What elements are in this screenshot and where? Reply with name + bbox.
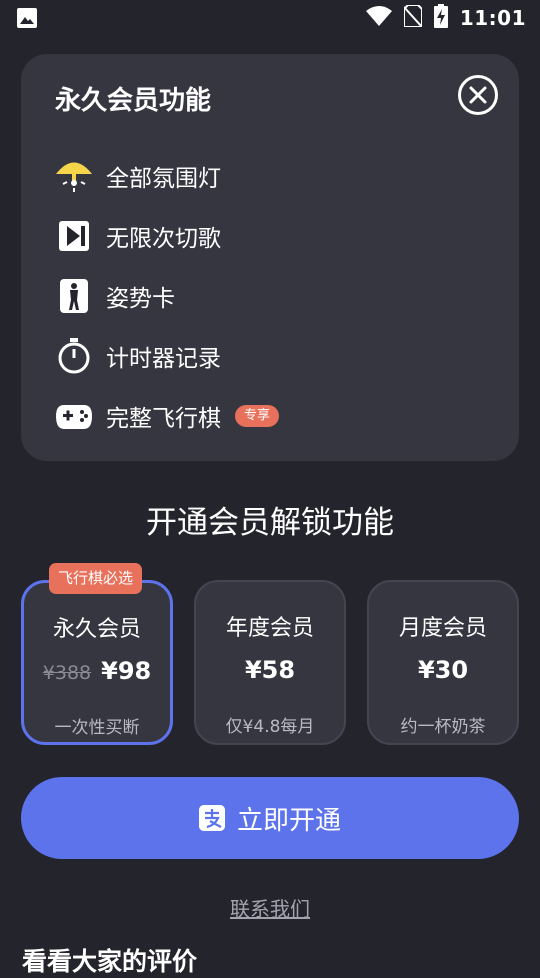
feature-item: 全部氛围灯 <box>55 146 279 206</box>
plan-price-row: ¥388 ¥98 <box>24 657 170 685</box>
close-icon <box>469 86 487 104</box>
lamp-icon <box>55 157 93 195</box>
plan-price-row: ¥30 <box>369 656 517 684</box>
plan-subtitle: 约一杯奶茶 <box>400 717 486 737</box>
feature-item: 姿势卡 <box>55 266 279 326</box>
status-bar: 11:01 <box>0 0 540 36</box>
open-button-label: 立即开通 <box>236 805 341 836</box>
feature-item: 无限次切歌 <box>55 206 279 266</box>
feature-list: 全部氛围灯 无限次切歌 姿势卡 计时器记录 完整飞行棋 专享 <box>55 146 280 446</box>
plan-price: ¥98 <box>101 657 152 685</box>
plan-subtitle: 仅¥4.8每月 <box>225 717 315 737</box>
open-membership-button[interactable]: 立即开通 <box>21 777 519 859</box>
plan-annual[interactable]: 年度会员 ¥58 仅¥4.8每月 <box>194 580 346 745</box>
card-title: 永久会员功能 <box>55 86 212 116</box>
image-notification-icon <box>17 8 37 28</box>
close-button[interactable] <box>458 75 498 115</box>
gamepad-icon <box>55 397 93 435</box>
plan-subtitle: 一次性买断 <box>54 718 140 738</box>
battery-charging-icon <box>433 4 448 32</box>
exclusive-badge: 专享 <box>235 405 280 427</box>
pose-card-icon <box>55 277 93 315</box>
contact-us-link[interactable]: 联系我们 <box>0 893 540 922</box>
plan-monthly[interactable]: 月度会员 ¥30 约一杯奶茶 <box>367 580 519 745</box>
plan-price: ¥30 <box>417 656 469 684</box>
plan-name: 月度会员 <box>398 616 487 641</box>
stopwatch-icon <box>55 337 93 375</box>
feature-label: 姿势卡 <box>106 286 175 312</box>
plan-name: 永久会员 <box>52 617 141 642</box>
section-title: 开通会员解锁功能 <box>146 505 394 541</box>
feature-label: 全部氛围灯 <box>106 166 221 192</box>
clock-time: 11:01 <box>459 6 526 30</box>
plan-old-price: ¥388 <box>42 662 92 684</box>
no-sim-icon <box>402 4 423 31</box>
plan-name: 年度会员 <box>225 616 314 641</box>
reviews-title: 看看大家的评价 <box>22 947 198 976</box>
plan-price-row: ¥58 <box>196 656 344 684</box>
feature-label: 完整飞行棋 <box>106 406 221 432</box>
feature-item: 完整飞行棋 专享 <box>55 386 280 446</box>
plan-permanent[interactable]: 永久会员 ¥388 ¥98 一次性买断 <box>21 580 173 745</box>
feature-label: 无限次切歌 <box>106 226 221 252</box>
feature-label: 计时器记录 <box>106 346 221 372</box>
feature-card: 永久会员功能 全部氛围灯 无限次切歌 姿势卡 计时器记录 完整飞行棋 专享 <box>21 54 519 461</box>
plan-recommend-tag: 飞行棋必选 <box>49 563 143 594</box>
alipay-icon <box>198 805 225 831</box>
wifi-icon <box>365 6 392 30</box>
plan-price: ¥58 <box>244 656 296 684</box>
feature-item: 计时器记录 <box>55 326 279 386</box>
skip-next-icon <box>55 217 93 255</box>
